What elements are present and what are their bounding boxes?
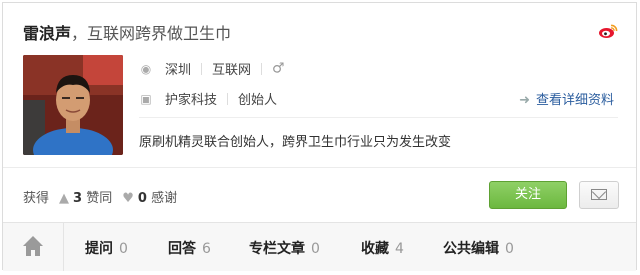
view-details-label: 查看详细资料 [535,93,614,108]
weibo-icon[interactable] [598,23,618,39]
tab-label: 专栏文章 [249,241,305,257]
thanks-count: 0 [137,191,147,206]
tab-label: 提问 [85,241,113,257]
divider [201,62,203,75]
profile-description: 原刷机精灵联合创始人，跨界卫生巾行业只为发生改变 [139,135,452,150]
divider [261,62,263,75]
briefcase-icon: ▣ [140,91,152,106]
arrow-right-icon: ➜ [519,93,530,108]
message-button[interactable] [579,181,619,209]
tab-count: 0 [119,241,128,257]
profile-header: 雷浪声，互联网跨界做卫生巾 [23,23,231,45]
industry-text[interactable]: 互联网 [212,63,251,78]
heart-icon: ♥ [122,191,134,206]
company-text[interactable]: 护家科技 [165,93,217,108]
tab-label: 回答 [168,241,196,257]
position-text: 创始人 [238,93,278,108]
stats-prefix: 获得 [23,191,50,206]
info-row-employment: ▣ 护家科技 创始人 [139,89,278,109]
tab-count: 0 [311,241,320,257]
likes-count: 3 [73,191,83,206]
user-bio: 互联网跨界做卫生巾 [87,24,232,43]
tab-count: 0 [505,241,514,257]
home-icon [23,236,43,256]
tab-answers[interactable]: 回答 6 [168,238,211,258]
thanks-label: 感谢 [151,191,178,206]
avatar[interactable] [23,55,123,155]
follow-button[interactable]: 关注 [489,181,567,209]
profile-card: 雷浪声，互联网跨界做卫生巾 ◉ 深圳 互联网 ♂ ▣ 护家科技 创始人 ➜ 查看详细资料 [2,2,637,271]
likes-label: 赞同 [86,191,113,206]
tab-collections[interactable]: 收藏 4 [361,238,404,258]
tab-count: 6 [202,241,211,257]
mail-icon [591,189,607,200]
info-divider [139,117,618,118]
tab-label: 公共编辑 [443,241,499,257]
section-divider [3,167,636,168]
name-separator: ， [71,24,88,43]
view-details-link[interactable]: ➜ 查看详细资料 [519,89,614,108]
location-text[interactable]: 深圳 [165,63,191,78]
profile-tabs: 提问 0 回答 6 专栏文章 0 收藏 4 公共编辑 0 [3,222,636,271]
user-name[interactable]: 雷浪声 [23,24,71,43]
info-row-location: ◉ 深圳 互联网 ♂ [139,59,285,79]
thumbs-up-icon: ▲ [59,191,70,206]
tab-questions[interactable]: 提问 0 [85,238,128,258]
tab-column-articles[interactable]: 专栏文章 0 [249,238,320,258]
tab-count: 4 [395,241,404,257]
tab-public-edits[interactable]: 公共编辑 0 [443,238,514,258]
location-pin-icon: ◉ [140,61,152,76]
tab-label: 收藏 [361,241,389,257]
home-tab[interactable] [3,223,64,271]
reputation-stats: 获得 ▲ 3 赞同 ♥ 0 感谢 [23,187,177,206]
male-icon: ♂ [272,60,285,77]
divider [227,92,229,105]
